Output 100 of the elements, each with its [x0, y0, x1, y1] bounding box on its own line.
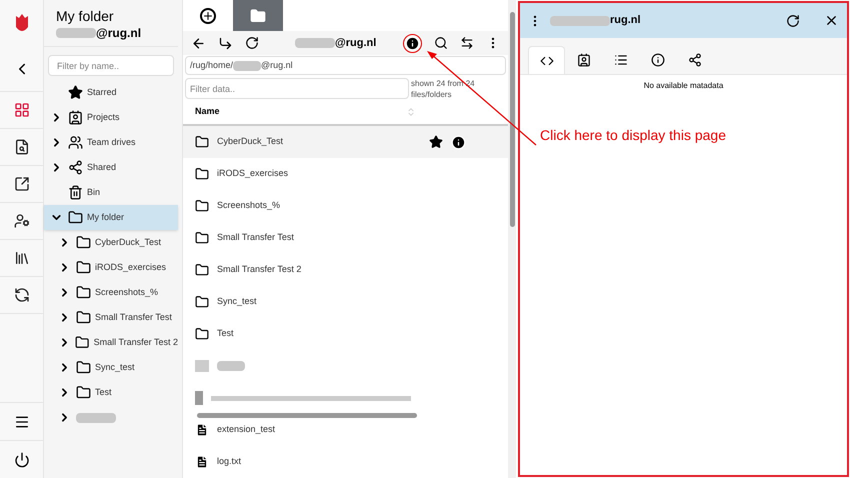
refresh-icon[interactable] — [786, 14, 800, 28]
path-field[interactable]: /rug/home/ @rug.nl — [185, 56, 506, 75]
file-name: Test — [217, 327, 234, 340]
table-row[interactable]: Screenshots_% — [183, 190, 508, 222]
path-suffix: @rug.nl — [261, 58, 293, 72]
horizontal-scrollbar[interactable] — [197, 413, 417, 418]
file-name: Screenshots_% — [217, 199, 280, 212]
tree-label: Shared — [87, 160, 116, 174]
tree-item[interactable]: iRODS_exercises — [44, 255, 178, 280]
tree-item[interactable]: Small Transfer Test 2 — [44, 330, 178, 355]
folder-icon — [195, 295, 209, 309]
tree-label: My folder — [87, 210, 124, 224]
back-icon[interactable] — [191, 36, 206, 51]
tree-label: Screenshots_% — [95, 286, 158, 299]
filter-field[interactable]: Filter by name.. — [48, 55, 174, 76]
file-name: CyberDuck_Test — [217, 135, 284, 148]
user-email: @rug.nl — [335, 36, 376, 52]
redacted-block — [550, 16, 610, 26]
folder-icon — [76, 385, 91, 400]
menu-icon[interactable] — [14, 414, 30, 430]
grid-icon[interactable] — [14, 102, 30, 118]
filter-field[interactable]: Filter data.. — [185, 78, 409, 99]
tree-item[interactable]: Team drives — [44, 130, 178, 155]
table-row[interactable]: Test — [183, 318, 508, 350]
tree-item[interactable]: CyberDuck_Test — [44, 230, 178, 255]
details-tab[interactable] — [528, 46, 565, 74]
folder-icon — [195, 167, 209, 181]
table-row[interactable]: log.txt — [183, 446, 508, 478]
folder-icon — [76, 285, 91, 300]
tree-label: Small Transfer Test — [95, 310, 172, 324]
table-row[interactable]: iRODS_exercises — [183, 158, 508, 190]
refresh-icon[interactable] — [245, 36, 259, 50]
file-name: iRODS_exercises — [217, 167, 288, 180]
tree-label: Team drives — [87, 136, 136, 149]
file-name: log.txt — [217, 455, 242, 468]
bin-icon — [68, 185, 83, 200]
tree-item[interactable]: Starred — [44, 80, 178, 105]
user-email: @rug.nl — [96, 25, 142, 42]
annotation-text: Click here to display this page — [540, 126, 727, 145]
table-row[interactable]: Small Transfer Test 2 — [183, 254, 508, 286]
tree-item[interactable]: Screenshots_% — [44, 280, 178, 305]
corner-arrow-icon[interactable] — [218, 36, 233, 51]
scrollbar[interactable] — [508, 0, 516, 478]
user-settings-icon[interactable] — [14, 213, 30, 229]
redacted-block — [76, 412, 116, 422]
tree-item[interactable]: Sync_test — [44, 355, 178, 380]
tree-item[interactable]: My folder — [44, 205, 178, 230]
star-icon — [68, 85, 83, 100]
sync-icon[interactable] — [14, 287, 30, 303]
redacted-block — [233, 60, 262, 71]
info-icon[interactable] — [405, 36, 420, 51]
external-link-icon[interactable] — [14, 176, 30, 192]
empty-message: No available matadata — [642, 80, 724, 92]
share-icon — [688, 53, 702, 67]
add-icon — [200, 8, 216, 24]
folder-icon — [195, 199, 209, 213]
folder-icon — [195, 135, 209, 149]
folder-icon — [76, 360, 91, 375]
tree-item[interactable]: Test — [44, 380, 178, 405]
search-list-icon[interactable] — [14, 139, 30, 155]
redacted-block — [217, 361, 245, 371]
folder-icon — [195, 263, 209, 277]
library-icon[interactable] — [14, 250, 30, 266]
redacted-block — [56, 28, 96, 38]
tree-item[interactable]: Small Transfer Test — [44, 305, 178, 330]
star-icon[interactable] — [429, 134, 443, 148]
power-icon[interactable] — [14, 452, 30, 468]
file-name: extension_test — [217, 423, 276, 436]
folder-icon — [250, 8, 266, 24]
table-row[interactable]: Small Transfer Test — [183, 222, 508, 254]
folder-icon — [195, 327, 209, 341]
tree-item[interactable]: Shared — [44, 155, 178, 180]
file-icon — [195, 423, 209, 437]
file-name: Small Transfer Test — [217, 231, 294, 244]
tree-item[interactable]: Projects — [44, 105, 178, 130]
people-icon — [68, 135, 83, 150]
folder-icon — [76, 260, 91, 275]
folder-title: My folder — [56, 8, 115, 24]
tree-label: Sync_test — [95, 360, 135, 374]
swap-icon[interactable] — [460, 36, 474, 50]
column-header[interactable]: Name — [195, 105, 406, 119]
tree-item[interactable]: Bin — [44, 180, 178, 205]
info-icon[interactable] — [451, 134, 466, 150]
redacted-block — [195, 391, 203, 405]
share-icon — [68, 160, 83, 175]
tree-label: Test — [95, 386, 112, 399]
redacted-block — [295, 38, 335, 48]
path-prefix: /rug/home/ — [190, 58, 234, 72]
tree-label: CyberDuck_Test — [95, 236, 162, 249]
table-row[interactable]: Sync_test — [183, 286, 508, 318]
close-icon[interactable] — [824, 13, 839, 28]
search-icon[interactable] — [434, 36, 448, 50]
table-row[interactable]: CyberDuck_Test — [183, 126, 508, 158]
tree-label: Projects — [87, 110, 120, 124]
folder-person-icon — [68, 110, 83, 125]
contact-card-icon — [576, 53, 590, 67]
list-icon — [614, 53, 628, 67]
file-name: Sync_test — [217, 295, 257, 308]
panel-title: rug.nl — [610, 13, 641, 28]
table-row[interactable]: extension_test — [183, 414, 508, 446]
